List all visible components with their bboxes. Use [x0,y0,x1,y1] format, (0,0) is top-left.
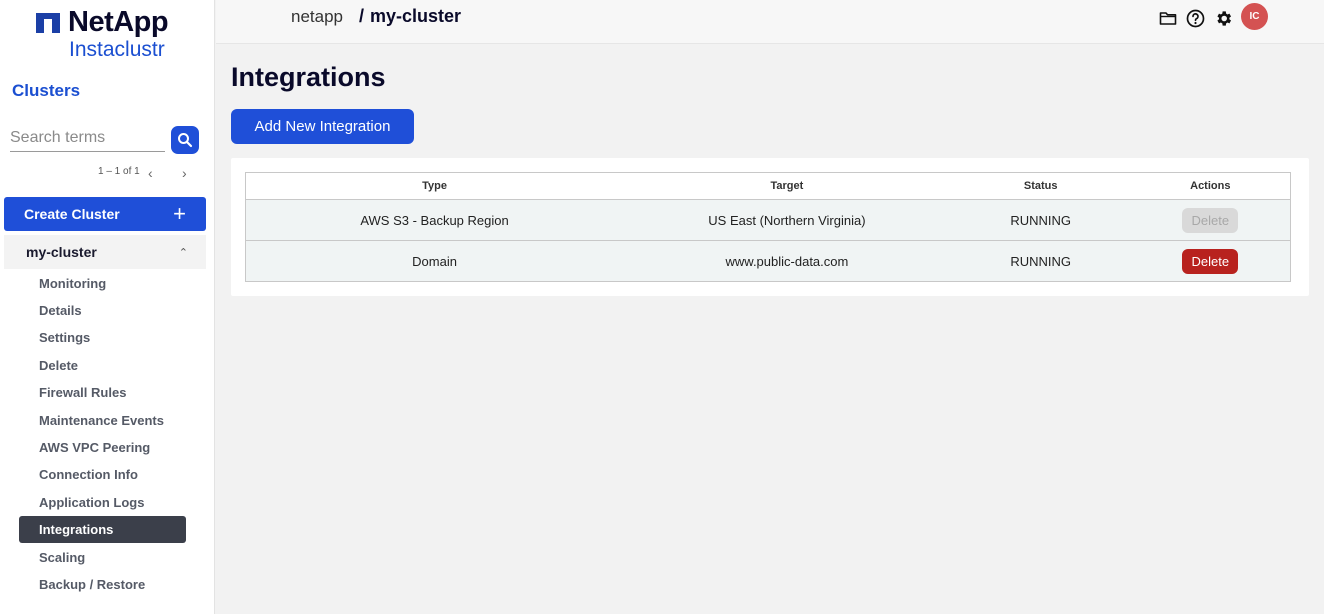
cell-actions: Delete [1130,240,1291,282]
breadcrumb-cluster: my-cluster [370,6,462,26]
chevron-left-icon[interactable]: ‹ [148,165,153,181]
page-title: Integrations [231,62,386,92]
column-header-type: Type [245,172,624,200]
netapp-logo-icon [36,13,60,33]
gear-icon[interactable] [1213,8,1233,28]
cluster-name: my-cluster [26,244,97,260]
column-header-actions: Actions [1130,172,1291,200]
sidebar-item-backup-restore[interactable]: Backup / Restore [19,571,186,598]
brand-name-top: NetApp [68,6,169,38]
sidebar-item-connection-info[interactable]: Connection Info [19,461,186,488]
sidebar-item-firewall-rules[interactable]: Firewall Rules [19,379,186,406]
table-header-row: Type Target Status Actions [245,172,1291,200]
sidebar-item-monitoring[interactable]: Monitoring [19,270,186,297]
breadcrumb-org[interactable]: netapp [291,7,343,27]
plus-icon: + [173,201,186,226]
top-bar: netapp / my-cluster IC [216,0,1324,44]
integrations-table: Type Target Status Actions AWS S3 - Back… [245,172,1291,282]
cluster-group-header[interactable]: my-cluster ⌃ [4,235,206,269]
sidebar: NetApp Instaclustr Clusters 1 – 1 of 1 ‹… [0,0,215,614]
search-button[interactable] [171,126,199,154]
sidebar-item-scaling[interactable]: Scaling [19,544,186,571]
add-new-integration-button[interactable]: Add New Integration [231,109,414,144]
cell-type: Domain [245,240,624,282]
brand-name-bottom: Instaclustr [69,38,165,61]
cell-status: RUNNING [950,240,1131,282]
create-cluster-button[interactable]: Create Cluster + [4,197,206,231]
create-cluster-label: Create Cluster [24,206,120,222]
sidebar-item-application-logs[interactable]: Application Logs [19,489,186,516]
search-icon [178,133,193,148]
search-input[interactable] [10,124,165,152]
help-icon[interactable] [1185,8,1205,28]
chevron-right-icon[interactable]: › [182,165,187,181]
delete-button[interactable]: Delete [1182,248,1239,274]
table-row: Domain www.public-data.com RUNNING Delet… [245,240,1291,282]
sidebar-item-settings[interactable]: Settings [19,324,186,351]
pager-text: 1 – 1 of 1 [98,166,140,177]
cell-target: US East (Northern Virginia) [623,199,951,241]
sidebar-item-details[interactable]: Details [19,297,186,324]
sidebar-item-delete[interactable]: Delete [19,352,186,379]
integrations-card: Type Target Status Actions AWS S3 - Back… [231,158,1309,296]
cell-type: AWS S3 - Backup Region [245,199,624,241]
chevron-up-icon: ⌃ [178,246,188,259]
cell-actions: Delete [1130,199,1291,241]
sidebar-item-maintenance-events[interactable]: Maintenance Events [19,407,186,434]
delete-button-disabled: Delete [1182,207,1239,233]
avatar[interactable]: IC [1241,3,1268,30]
column-header-target: Target [623,172,951,200]
cell-status: RUNNING [950,199,1131,241]
table-row: AWS S3 - Backup Region US East (Northern… [245,199,1291,241]
breadcrumb-separator: / [359,6,365,26]
sidebar-item-integrations[interactable]: Integrations [19,516,186,543]
folder-icon[interactable] [1158,8,1178,28]
sidebar-item-aws-vpc-peering[interactable]: AWS VPC Peering [19,434,186,461]
clusters-title: Clusters [12,81,81,100]
cell-target: www.public-data.com [623,240,951,282]
column-header-status: Status [950,172,1131,200]
